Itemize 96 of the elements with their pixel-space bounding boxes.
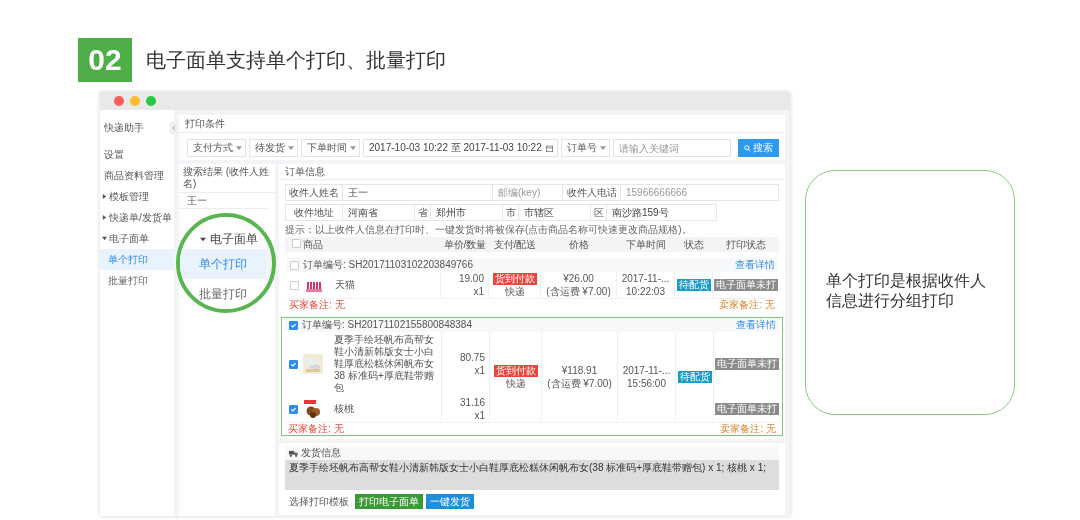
sidebar-item[interactable]: 商品资料管理 (104, 168, 164, 183)
sidebar-item[interactable]: 设置 (104, 147, 124, 162)
quantity: x1 (473, 285, 484, 298)
unit-price: 80.75 (459, 351, 485, 364)
template-label: 选择打印模板 (289, 495, 349, 508)
dropdown[interactable]: 支付方式 (187, 139, 246, 157)
shipping-method: 快递 (505, 377, 526, 390)
order-total: ¥26.00 (563, 272, 594, 285)
truck-icon (289, 449, 298, 457)
dropdown[interactable]: 订单号 (560, 139, 610, 157)
unit-price: 19.00 (458, 272, 484, 285)
caret-icon (350, 146, 356, 150)
menu-item[interactable]: 批量打印 (199, 285, 247, 303)
status-tag: 待配货 (676, 279, 711, 291)
buyer-note: 买家备注: 无 (288, 423, 344, 435)
order-time: 10:22:03 (626, 285, 665, 298)
search-icon (744, 144, 751, 152)
column-header: 下单时间 (625, 238, 667, 251)
buyer-note: 买家备注: 无 (289, 299, 345, 311)
order-total: ¥118.91 (561, 364, 598, 377)
step-badge: 02 (78, 38, 132, 82)
collapse-button[interactable] (170, 122, 178, 134)
checkbox[interactable] (289, 404, 298, 414)
field-label: 收件人电话 (563, 184, 621, 201)
panel-title: 打印条件 (185, 116, 225, 131)
minimize-dot[interactable] (130, 96, 140, 106)
seller-note: 卖家备注: 无 (720, 423, 776, 435)
quantity: x1 (474, 409, 485, 422)
calendar-icon (545, 144, 553, 152)
note-text: 单个打印是根据收件人信息进行分组打印 (826, 271, 987, 311)
panel-title: 发货信息 (301, 447, 341, 459)
shipping-fee: (含运费 ¥7.00) (546, 285, 611, 298)
result-item[interactable]: 王一 (187, 193, 207, 208)
order-number: 订单编号: SH20171103102203849766 (303, 259, 474, 271)
caret-icon (288, 146, 294, 150)
seller-note: 卖家备注: 无 (719, 299, 775, 311)
panel-title: 订单信息 (285, 165, 325, 178)
address-field[interactable]: 郑州市 (431, 204, 503, 221)
address-field[interactable]: 市辖区 (519, 204, 591, 221)
column-header: 商品 (303, 238, 324, 251)
menu-group[interactable]: 电子面单 (200, 230, 258, 248)
shipping-summary: 夏季手绘坯帆布高帮女鞋小清新韩版女士小白鞋厚底松糕休闲帆布女(38 标准码+厚底鞋带赠包) x 1; 核桃 x 1; (285, 460, 779, 490)
print-button[interactable]: 打印电子面单 (355, 494, 423, 509)
field-label: 收件人姓名 (285, 184, 343, 201)
print-status-tag: 电子面单未打 (713, 279, 778, 291)
sidebar-group[interactable]: 模板管理 (102, 189, 149, 204)
payment-tag: 货到付款 (493, 364, 538, 377)
chevron-left-icon (172, 125, 176, 131)
dropdown[interactable]: 待发货 (249, 139, 298, 157)
field-label: 省 (415, 204, 431, 221)
column-header: 状态 (683, 238, 705, 251)
print-status-tag: 电子面单未打 (714, 358, 779, 370)
hint-text: 提示：以上收件人信息在打印时、一键发货时将被保存(点击商品名称可快速更改商品规格)。 (285, 224, 693, 237)
close-dot[interactable] (114, 96, 124, 106)
checkbox[interactable] (291, 238, 301, 248)
checkbox[interactable] (290, 280, 299, 290)
field-label: 收件地址 (285, 204, 343, 221)
column-header: 价格 (568, 238, 590, 251)
search-field[interactable]: 请输入关键词 (612, 139, 731, 157)
maximize-dot[interactable] (146, 96, 156, 106)
order-date: 2017-11-... (621, 272, 670, 285)
status-tag: 待配货 (677, 371, 712, 383)
caret-icon (236, 146, 242, 150)
shipping-method: 快递 (504, 285, 525, 298)
sidebar-item[interactable]: 批量打印 (100, 270, 174, 291)
column-header: 支付/配送 (492, 238, 538, 251)
column-header: 单价/数量 (442, 238, 488, 251)
dropdown[interactable]: 下单时间 (301, 139, 360, 157)
panel-title: 搜索结果 (收件人姓名) (183, 166, 271, 190)
date-range-field[interactable]: 2017-10-03 10:22 至 2017-11-03 10:22 (363, 139, 558, 157)
app-title: 快递助手 (104, 121, 144, 135)
product-name[interactable]: 夏季手绘坯帆布高帮女鞋小清新韩版女士小白鞋厚底松糕休闲帆布女 38 标准码+厚底鞋带赠包 (334, 334, 437, 394)
triangle-down-icon (200, 236, 206, 242)
name-field[interactable]: 王一 (343, 184, 493, 201)
sidebar-group[interactable]: 快递单/发货单 (102, 210, 172, 225)
field-label: 市 (503, 204, 519, 221)
section-title: 电子面单支持单个打印、批量打印 (146, 47, 446, 73)
product-name[interactable]: 核桃 (334, 403, 354, 415)
shipping-fee: (含运费 ¥7.00) (547, 377, 612, 390)
payment-tag: 货到付款 (492, 272, 537, 285)
product-name[interactable]: 天猫 (335, 279, 355, 291)
order-date: 2017-11-... (622, 364, 671, 377)
address-field[interactable]: 南沙路159号 (607, 204, 717, 221)
caret-icon (599, 146, 606, 150)
quantity: x1 (474, 364, 485, 377)
sidebar-group[interactable]: 电子面单 (102, 231, 149, 246)
field-label: 区 (591, 204, 607, 221)
checkbox[interactable] (290, 260, 299, 270)
address-field[interactable]: 河南省 (343, 204, 415, 221)
print-status-tag: 电子面单未打 (714, 403, 779, 415)
order-time: 15:56:00 (627, 377, 666, 390)
checkbox[interactable] (289, 359, 298, 369)
unit-price: 31.16 (459, 396, 485, 409)
column-header: 打印状态 (725, 238, 767, 251)
checkbox[interactable] (289, 320, 298, 330)
order-number: 订单编号: SH20171102155800848384 (302, 319, 473, 331)
